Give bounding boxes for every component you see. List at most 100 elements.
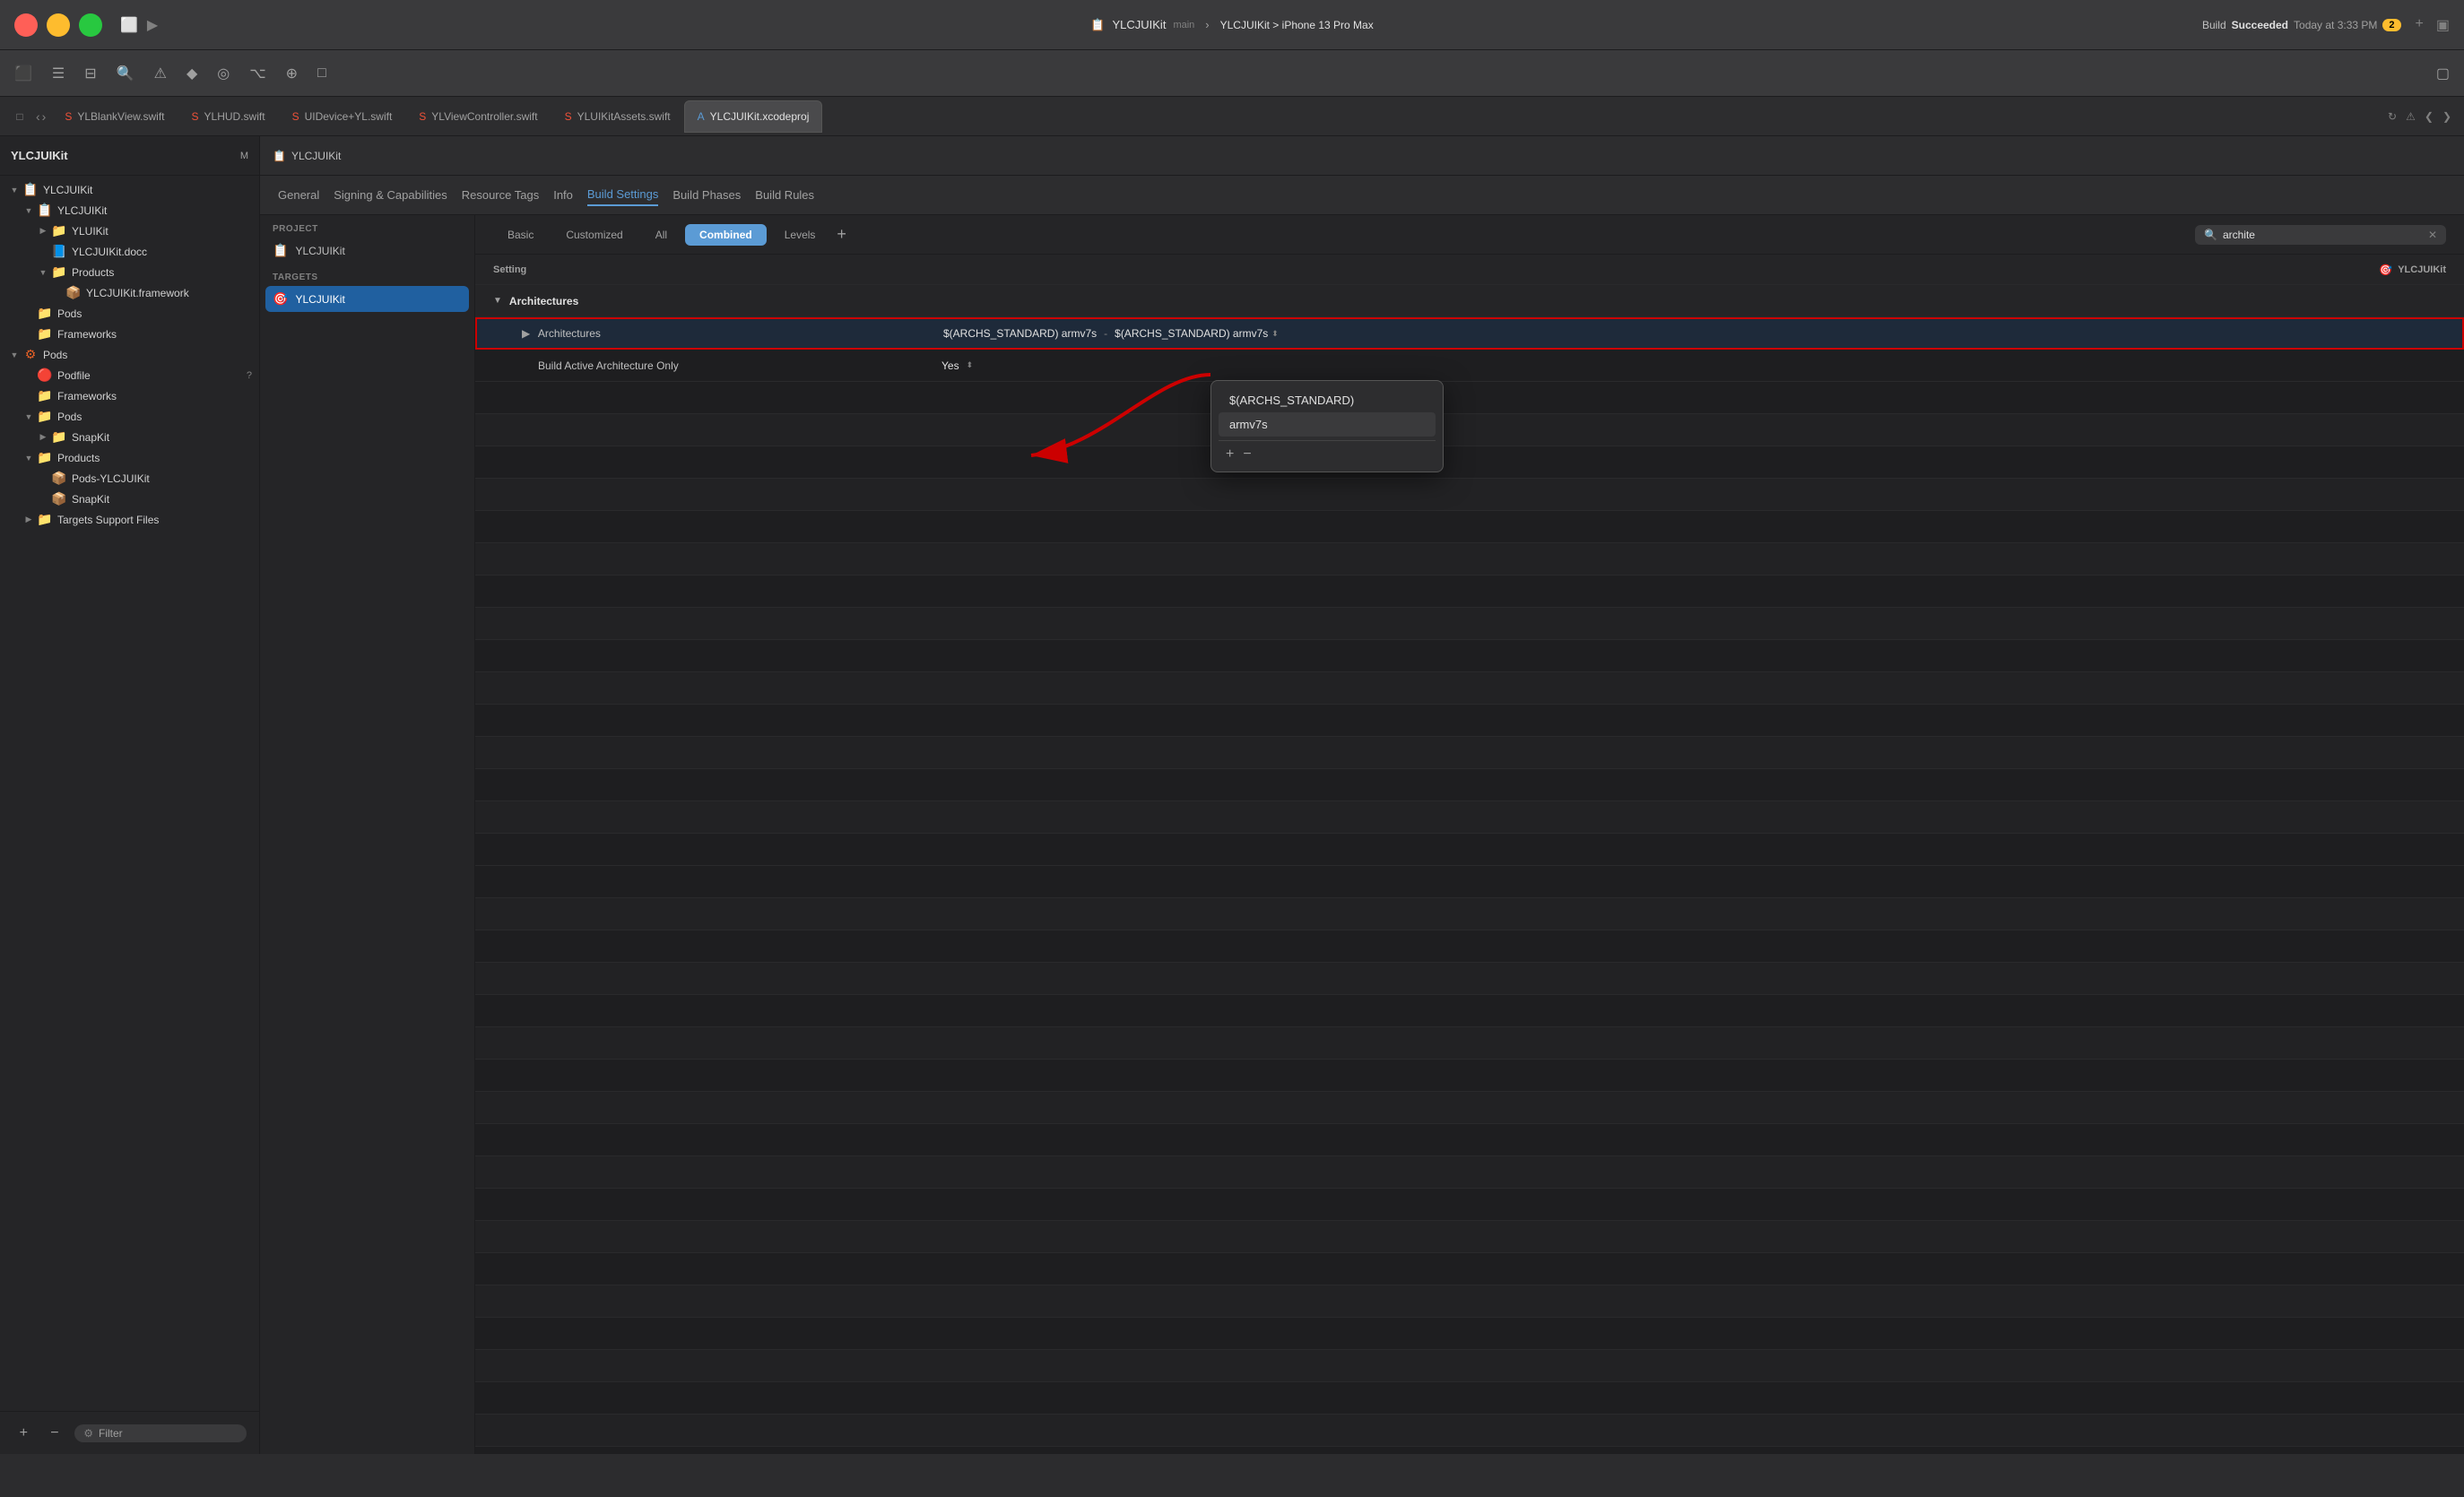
framework-icon: 📦 [50, 471, 68, 486]
tree-item-frameworks-2[interactable]: 📁 Frameworks [0, 385, 259, 406]
remove-button[interactable]: − [44, 1422, 66, 1445]
tree-item-targets-support[interactable]: ▶ 📁 Targets Support Files [0, 509, 259, 530]
col-setting-label: Setting [493, 264, 941, 275]
run-button[interactable]: ▶ [147, 16, 158, 34]
warning-icon[interactable]: ⚠ [149, 61, 172, 86]
popup-remove-button[interactable]: − [1243, 446, 1251, 463]
framework-icon: 📦 [50, 491, 68, 506]
close-button[interactable] [14, 13, 38, 37]
search-icon[interactable]: 🔍 [111, 61, 140, 86]
architectures-section-header[interactable]: ▼ Architectures [475, 285, 2464, 317]
tab-warning-icon[interactable]: ⚠ [2406, 110, 2416, 123]
title-branch: main [1173, 20, 1194, 30]
stepper-icon[interactable]: ⬍ [1271, 329, 1279, 339]
tab-chevron-icon[interactable]: ❮ [2425, 110, 2434, 123]
add-group-button[interactable]: + [13, 1422, 35, 1445]
split-view-icon[interactable]: ▣ [2436, 16, 2450, 34]
tab-general[interactable]: General [278, 185, 319, 205]
expand-arrow-icon[interactable]: ▶ [522, 327, 530, 340]
minimize-button[interactable] [47, 13, 70, 37]
tree-item-snapkit-1[interactable]: ▶ 📁 SnapKit [0, 427, 259, 447]
tree-item-pods-1[interactable]: 📁 Pods [0, 303, 259, 324]
breakpoint-icon[interactable]: ◆ [181, 61, 203, 86]
tree-item-ylcjuikit-root[interactable]: ▼ 📋 YLCJUIKit [0, 179, 259, 200]
diff-icon[interactable]: ⊟ [79, 61, 101, 86]
tab-ylblankview[interactable]: S YLBlankView.swift [51, 100, 178, 133]
popup-add-button[interactable]: + [1226, 446, 1234, 463]
stepper-icon2[interactable]: ⬍ [967, 360, 974, 370]
search-clear-icon[interactable]: ✕ [2428, 229, 2437, 241]
empty-row [475, 995, 2464, 1027]
tree-item-ylcjuikit-group[interactable]: ▼ 📋 YLCJUIKit [0, 200, 259, 221]
add-filter-button[interactable]: + [837, 225, 846, 244]
navigator-sidebar: YLCJUIKit M ▼ 📋 YLCJUIKit ▼ 📋 YLCJUIKit [0, 136, 260, 1454]
tree-item-products-1[interactable]: ▼ 📁 Products [0, 262, 259, 282]
tab-ylviewcontroller[interactable]: S YLViewController.swift [405, 100, 551, 133]
tab-refresh-icon[interactable]: ↻ [2388, 110, 2397, 123]
tab-xcodeproj[interactable]: A YLCJUIKit.xcodeproj [684, 100, 823, 133]
tab-build-phases[interactable]: Build Phases [672, 185, 741, 205]
tree-label: YLCJUIKit.framework [86, 287, 189, 299]
sidebar-toggle-icon[interactable]: ⬜ [120, 16, 138, 34]
tab-signing[interactable]: Signing & Capabilities [334, 185, 447, 205]
tree-item-products-2[interactable]: ▼ 📁 Products [0, 447, 259, 468]
tree-arrow: ▶ [22, 515, 36, 524]
navigator-icon[interactable]: ⬛ [9, 61, 38, 86]
tree-item-pods-ylcjuikit[interactable]: 📦 Pods-YLCJUIKit [0, 468, 259, 489]
tree-label: Pods [57, 411, 82, 423]
popup-row-archs-standard[interactable]: $(ARCHS_STANDARD) [1219, 388, 1436, 412]
build-active-row[interactable]: Build Active Architecture Only Yes ⬍ [475, 350, 2464, 382]
tree-item-frameworks-1[interactable]: 📁 Frameworks [0, 324, 259, 344]
tab-build-settings[interactable]: Build Settings [587, 184, 659, 206]
tab-uidevice[interactable]: S UIDevice+YL.swift [279, 100, 406, 133]
tab-chevron-right-icon[interactable]: ❯ [2442, 110, 2451, 123]
empty-row [475, 382, 2464, 414]
tree-item-snapkit-2[interactable]: 📦 SnapKit [0, 489, 259, 509]
git-icon[interactable]: ⊕ [281, 61, 303, 86]
tree-item-framework[interactable]: 📦 YLCJUIKit.framework [0, 282, 259, 303]
architectures-row[interactable]: ▶ Architectures $(ARCHS_STANDARD) armv7s… [475, 317, 2464, 350]
library-icon[interactable]: ☰ [47, 61, 70, 86]
tree-item-pods-2[interactable]: ▼ 📁 Pods [0, 406, 259, 427]
tree-item-pods-project[interactable]: ▼ ⚙ Pods [0, 344, 259, 365]
filter-all[interactable]: All [641, 224, 681, 246]
tab-info[interactable]: Info [553, 185, 573, 205]
navigator-bottom-bar: + − ⚙ [0, 1411, 259, 1454]
search-input[interactable] [2223, 229, 2423, 241]
right-sidebar-icon[interactable]: ▢ [2431, 61, 2455, 86]
tree-arrow: ▼ [22, 206, 36, 215]
target-item-ylcjuikit[interactable]: 🎯 YLCJUIKit [265, 286, 469, 312]
tab-ylhud[interactable]: S YLHUD.swift [178, 100, 279, 133]
filter-input[interactable] [99, 1427, 238, 1440]
tab-file-icon[interactable]: □ [4, 110, 36, 123]
tree-item-yluikit[interactable]: ▶ 📁 YLUIKit [0, 221, 259, 241]
docc-icon: 📘 [50, 244, 68, 259]
tab-swift-icon: S [565, 110, 572, 123]
left-panel: PROJECT 📋 YLCJUIKit TARGETS 🎯 YLCJUIKit [260, 215, 475, 1454]
tree-item-docc[interactable]: 📘 YLCJUIKit.docc [0, 241, 259, 262]
tree-item-podfile[interactable]: 🔴 Podfile ? [0, 365, 259, 385]
filter-basic[interactable]: Basic [493, 224, 548, 246]
empty-row [475, 1318, 2464, 1350]
empty-row [475, 1027, 2464, 1060]
tab-yluikitassets[interactable]: S YLUIKitAssets.swift [551, 100, 684, 133]
tab-nav-back[interactable]: ‹ [36, 109, 40, 124]
test-icon[interactable]: ◎ [212, 61, 235, 86]
filter-levels[interactable]: Levels [770, 224, 830, 246]
tree-arrow: ▼ [36, 268, 50, 277]
tab-nav-forward[interactable]: › [42, 109, 47, 124]
maximize-button[interactable] [79, 13, 102, 37]
filter-combined[interactable]: Combined [685, 224, 767, 246]
build-settings-content: Basic Customized All Combined Levels + 🔍… [475, 215, 2464, 1454]
tree-arrow: ▼ [22, 412, 36, 421]
add-icon[interactable]: + [2416, 16, 2424, 34]
tab-build-rules[interactable]: Build Rules [755, 185, 814, 205]
build-active-value: Yes ⬍ [941, 359, 2446, 372]
warning-badge[interactable]: 2 [2382, 19, 2400, 31]
source-control-icon[interactable]: ⌥ [244, 61, 271, 86]
project-item-ylcjuikit[interactable]: 📋 YLCJUIKit [260, 238, 474, 264]
filter-customized[interactable]: Customized [551, 224, 637, 246]
popup-row-armv7s[interactable]: armv7s [1219, 412, 1436, 437]
bookmark-icon[interactable]: □ [312, 62, 332, 85]
tab-resource-tags[interactable]: Resource Tags [462, 185, 539, 205]
